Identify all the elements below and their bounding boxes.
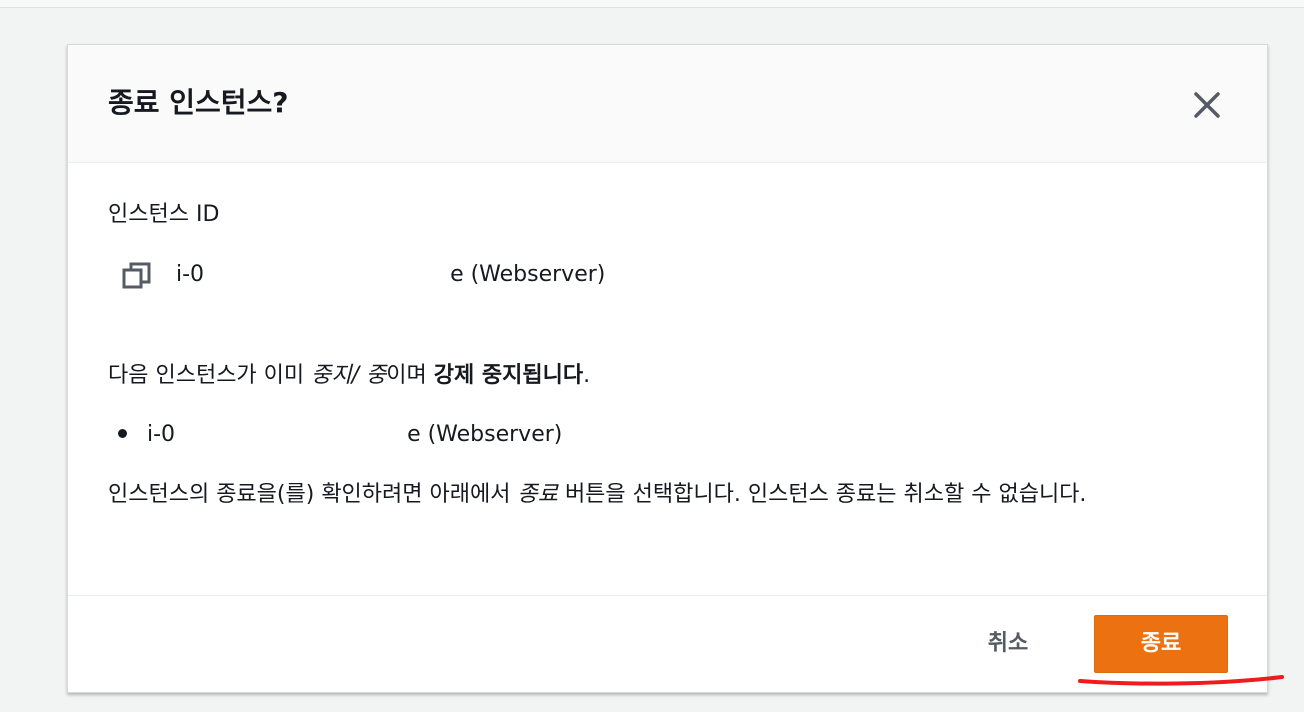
bullet-icon [118, 428, 127, 438]
instance-id-label: 인스턴스 ID [108, 202, 220, 227]
instance-id-value: i-0 e (Webserver) [176, 259, 605, 291]
confirm-text-prefix: 인스턴스의 종료을(를) 확인하려면 아래에서 [108, 482, 518, 507]
modal-title: 종료 인스턴스? [108, 86, 289, 119]
stopping-notice: 다음 인스턴스가 이미 중지/ 중이며 강제 중지됩니다. [108, 356, 1218, 396]
terminate-instance-modal: 종료 인스턴스? 인스턴스 ID i-0 e (Webserver) 다음 인스… [67, 44, 1268, 693]
confirm-text-italic: 종료 [517, 482, 558, 507]
modal-header: 종료 인스턴스? [68, 45, 1267, 163]
confirm-text-rest: 버튼을 선택합니다. 인스턴스 종료는 취소할 수 없습니다. [557, 482, 1087, 507]
instance-id-suffix: e (Webserver) [450, 262, 606, 287]
copy-icon[interactable] [122, 261, 152, 291]
stopping-notice-middle: 이며 [386, 363, 434, 388]
instance-id-prefix: i-0 [176, 262, 205, 287]
stopping-instance-prefix: i-0 [147, 422, 176, 447]
stopping-notice-end: . [583, 363, 591, 388]
cancel-button[interactable]: 취소 [966, 622, 1050, 666]
terminate-button[interactable]: 종료 [1094, 615, 1228, 673]
stopping-instance-list-item: i-0 e (Webserver) [108, 419, 562, 451]
stopping-notice-italic: 중지/ 중 [311, 363, 387, 388]
close-icon[interactable] [1189, 87, 1225, 123]
stopping-notice-bold: 강제 중지됩니다 [433, 363, 584, 388]
confirm-instructions: 인스턴스의 종료을(를) 확인하려면 아래에서 종료 버튼을 선택합니다. 인스… [108, 475, 1218, 515]
red-underline-annotation [1078, 675, 1284, 686]
page-top-strip [0, 0, 1304, 8]
stopping-instance-suffix: e (Webserver) [407, 422, 563, 447]
stopping-notice-prefix: 다음 인스턴스가 이미 [108, 363, 312, 388]
